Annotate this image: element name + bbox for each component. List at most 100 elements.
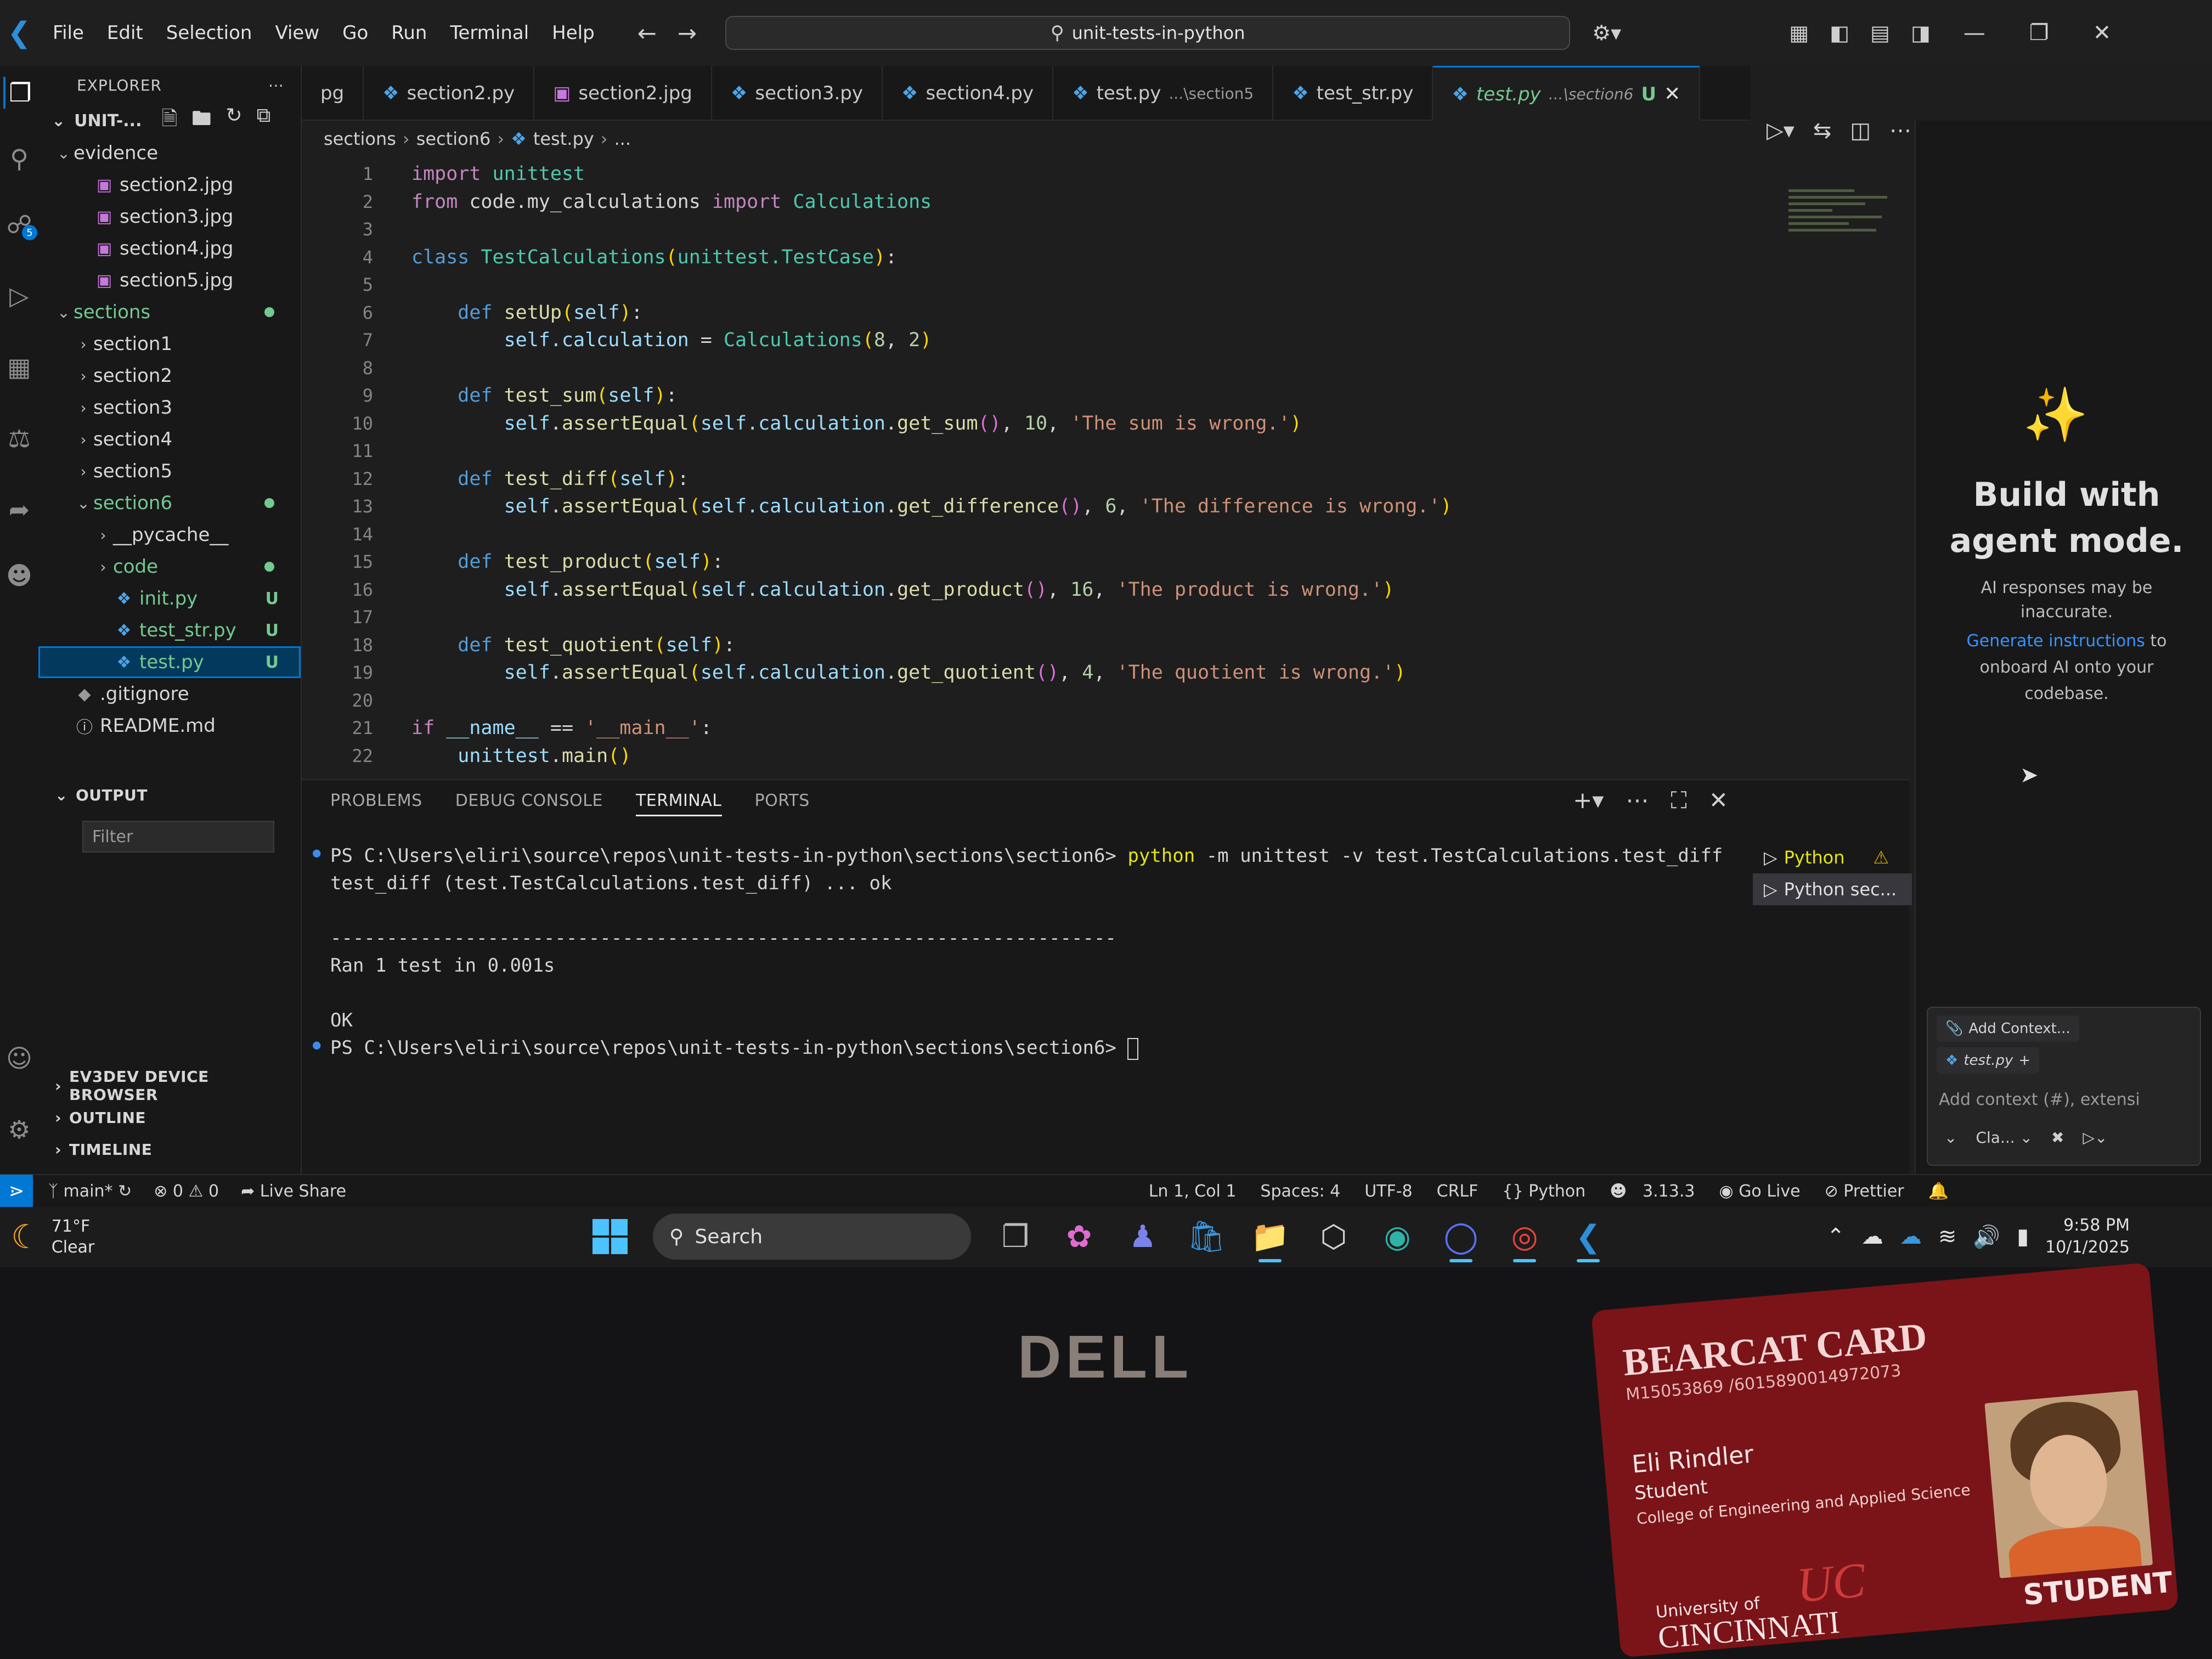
language-mode[interactable]: {} Python	[1502, 1182, 1585, 1201]
tree-folder[interactable]: ⌄ section6	[38, 487, 301, 519]
explorer-icon[interactable]: ❐	[3, 77, 35, 109]
new-file-icon[interactable]: 🗎	[161, 104, 177, 138]
toggle-secondary-sidebar-icon[interactable]: ◨	[1911, 21, 1931, 45]
notifications-bell-icon[interactable]: 🔔	[1928, 1182, 1949, 1201]
prettier[interactable]: ⊘ Prettier	[1825, 1182, 1904, 1201]
copilot-icon[interactable]: ⚙▾	[1592, 21, 1621, 45]
show-hidden-icons-icon[interactable]: ⌃	[1826, 1224, 1845, 1249]
tab-ports[interactable]: PORTS	[755, 791, 810, 816]
chrome-icon[interactable]: ◎	[1505, 1217, 1544, 1262]
onedrive-business-icon[interactable]: ☁	[1900, 1224, 1922, 1249]
branch-status[interactable]: ᛉ main* ↻	[48, 1182, 132, 1201]
editor-tab[interactable]: ❖ test.py ...\section6 U ✕	[1433, 66, 1701, 121]
minimize-icon[interactable]: —	[1963, 20, 1985, 46]
new-folder-icon[interactable]: 🖿	[191, 104, 211, 138]
remote-indicator-icon[interactable]: ⋗	[0, 1175, 33, 1207]
terminal-output[interactable]: ● PS C:\Users\eliri\source\repos\unit-tes…	[313, 845, 1723, 1064]
copilot-sidebar-icon[interactable]: ☻	[3, 560, 35, 591]
close-tab-icon[interactable]: ✕	[1664, 83, 1680, 105]
code-editor[interactable]: 1 import unittest 2 from code.my_calculatio…	[302, 154, 1860, 774]
explorer-more-icon[interactable]: ⋯	[268, 76, 284, 94]
menu-terminal[interactable]: Terminal	[440, 19, 539, 47]
webex-icon[interactable]: ◯	[1442, 1217, 1480, 1262]
tab-terminal[interactable]: TERMINAL	[635, 791, 722, 816]
editor-tab[interactable]: ❖ test.py ...\section5	[1053, 66, 1274, 121]
copilot-app-icon[interactable]: ✿	[1060, 1217, 1098, 1256]
tree-file[interactable]: ❖ test_str.py U	[38, 614, 301, 646]
encoding[interactable]: UTF-8	[1364, 1182, 1412, 1201]
editor-tab[interactable]: ❖ section2.py	[364, 66, 535, 121]
context-file-chip[interactable]: ❖ test.py +	[1937, 1047, 2040, 1074]
tree-folder[interactable]: › section1	[38, 328, 301, 360]
tree-folder[interactable]: › __pycache__	[38, 519, 301, 551]
send-icon[interactable]: ▷⌄	[2083, 1128, 2108, 1147]
timeline-header[interactable]: › TIMELINE	[38, 1133, 301, 1165]
source-control-icon[interactable]: ☍ 5	[3, 208, 37, 240]
editor-tab[interactable]: ❖ section3.py	[712, 66, 883, 121]
tree-folder[interactable]: › code	[38, 551, 301, 583]
menu-run[interactable]: Run	[381, 19, 437, 47]
cursor-position[interactable]: Ln 1, Col 1	[1149, 1182, 1237, 1201]
restore-icon[interactable]: ❐	[2029, 20, 2049, 46]
tree-file[interactable]: ⓘ README.md	[38, 710, 301, 742]
mode-dropdown-icon[interactable]: ⌄	[1944, 1128, 1957, 1147]
tab-problems[interactable]: PROBLEMS	[330, 791, 422, 816]
run-file-icon[interactable]: ▷▾	[1767, 118, 1795, 143]
model-picker[interactable]: Cla... ⌄	[1976, 1128, 2033, 1147]
file-explorer-icon[interactable]: 📁	[1251, 1217, 1289, 1262]
close-window-icon[interactable]: ✕	[2093, 20, 2112, 46]
teams-icon[interactable]: ♟	[1124, 1217, 1162, 1256]
workspace-root[interactable]: ⌄ UNIT-... 🗎 🖿 ↻ ⧉	[38, 104, 301, 137]
menu-view[interactable]: View	[265, 19, 329, 47]
output-header[interactable]: ⌄ OUTPUT	[38, 779, 301, 811]
editor-tab[interactable]: ❖ section4.py	[883, 66, 1054, 121]
refresh-icon[interactable]: ↻	[225, 104, 242, 138]
edge-icon[interactable]: ◉	[1378, 1217, 1417, 1256]
run-debug-icon[interactable]: ▷	[3, 280, 35, 312]
breadcrumb-symbol[interactable]: ...	[614, 128, 631, 149]
outline-header[interactable]: › OUTLINE	[38, 1102, 301, 1133]
terminal-item-python-sec[interactable]: ▷ Python sec...	[1753, 873, 1912, 905]
tree-file[interactable]: ▣ section3.jpg	[38, 201, 301, 233]
tree-folder[interactable]: ⌄ sections	[38, 296, 301, 328]
more-actions-icon[interactable]: ⋯	[1889, 118, 1911, 143]
settings-gear-icon[interactable]: ⚙	[3, 1114, 35, 1146]
tree-folder[interactable]: ⌄ evidence	[38, 137, 301, 169]
breadcrumb-section6[interactable]: section6	[416, 128, 491, 149]
line-ending[interactable]: CRLF	[1437, 1182, 1479, 1201]
testing-icon[interactable]: ⚖	[3, 422, 35, 454]
menu-file[interactable]: File	[43, 19, 94, 47]
split-editor-icon[interactable]: ◫	[1850, 118, 1871, 143]
compare-icon[interactable]: ⇆	[1813, 118, 1832, 143]
clock[interactable]: 9:58 PM 10/1/2025	[2045, 1215, 2130, 1259]
menu-selection[interactable]: Selection	[156, 19, 262, 47]
wifi-icon[interactable]: ≋	[1938, 1224, 1957, 1249]
weather-widget[interactable]: ☾ 71°F Clear	[11, 1216, 94, 1258]
tree-folder[interactable]: › section5	[38, 455, 301, 487]
live-share-status[interactable]: ➦ Live Share	[241, 1182, 346, 1201]
output-filter-input[interactable]: Filter	[82, 821, 274, 853]
toggle-panel-icon[interactable]: ▤	[1870, 21, 1890, 45]
command-center-search[interactable]: ⚲ unit-tests-in-python	[725, 16, 1571, 50]
menu-edit[interactable]: Edit	[97, 19, 153, 47]
tree-file[interactable]: ❖ init.py U	[38, 583, 301, 614]
toggle-sidebar-icon[interactable]: ◧	[1830, 21, 1849, 45]
search-sidebar-icon[interactable]: ⚲	[3, 143, 35, 174]
menu-help[interactable]: Help	[542, 19, 605, 47]
maximize-panel-icon[interactable]: ⛶	[1671, 787, 1686, 814]
taskbar-search[interactable]: ⚲ Search	[653, 1214, 971, 1260]
add-icon[interactable]: +	[2018, 1052, 2030, 1069]
editor-tab[interactable]: ▣ section2.jpg	[534, 66, 712, 121]
vscode-taskbar-icon[interactable]: ❮	[1569, 1217, 1607, 1262]
new-terminal-icon[interactable]: +▾	[1573, 787, 1604, 814]
breadcrumb-sections[interactable]: sections	[324, 128, 396, 149]
tools-icon[interactable]: ✖	[2051, 1128, 2064, 1147]
editor-tab[interactable]: ❖ test_str.py	[1273, 66, 1434, 121]
terminal-item-python[interactable]: ▷ Python ⚠	[1753, 842, 1912, 873]
store-icon[interactable]: 🛍	[1187, 1217, 1226, 1256]
go-live[interactable]: ◉ Go Live	[1719, 1182, 1800, 1201]
tree-file[interactable]: ▣ section4.jpg	[38, 233, 301, 264]
minimap[interactable]	[1788, 189, 1898, 244]
problems-status[interactable]: ⊗ 0 ⚠ 0	[154, 1182, 219, 1201]
tree-folder[interactable]: › section2	[38, 360, 301, 392]
